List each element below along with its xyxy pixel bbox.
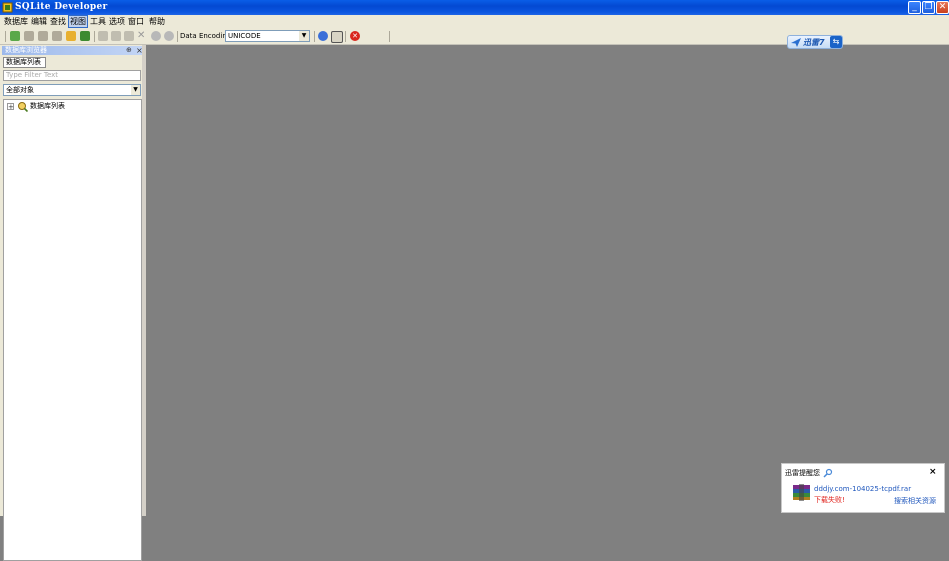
toolbar-grip: [5, 31, 6, 42]
object-filter-select[interactable]: 全部对象 ▼: [3, 84, 141, 96]
database-browser-panel: 数据库浏览器 ⊕ × 数据库列表 Type Filter Text 全部对象 ▼…: [0, 45, 146, 561]
tab-database-list[interactable]: 数据库列表: [3, 57, 46, 68]
chevron-down-icon[interactable]: ▼: [299, 31, 309, 41]
refresh-icon[interactable]: [38, 31, 48, 41]
toolbar-separator: [345, 31, 346, 42]
sql-editor-icon[interactable]: [66, 31, 76, 41]
notification-close-icon[interactable]: ×: [929, 467, 937, 477]
menu-tools[interactable]: 工具: [89, 16, 107, 27]
panel-splitter[interactable]: [142, 45, 146, 516]
app-icon: [2, 2, 13, 13]
panel-title: 数据库浏览器: [5, 46, 47, 54]
xunlei-badge[interactable]: 迅雷7 ⇆: [787, 35, 843, 49]
window-title: SQLite Developer: [15, 2, 108, 12]
plane-icon: [790, 37, 802, 48]
stop-icon[interactable]: ✕: [350, 31, 360, 41]
home-icon[interactable]: [331, 31, 343, 43]
download-file-name[interactable]: dddjy.com-104025-tcpdf.rar: [814, 485, 911, 494]
object-filter-value: 全部对象: [6, 86, 34, 94]
copy-icon[interactable]: [111, 31, 121, 41]
pin-icon[interactable]: ⊕: [126, 46, 132, 55]
download-status: 下载失败!: [814, 496, 845, 504]
expand-icon[interactable]: +: [7, 103, 14, 111]
new-database-icon[interactable]: [10, 31, 20, 41]
delete-icon[interactable]: ✕: [137, 31, 147, 41]
chevron-down-icon[interactable]: ▼: [131, 85, 140, 95]
undo-icon[interactable]: [151, 31, 161, 41]
toolbar-separator: [94, 31, 95, 42]
run-icon[interactable]: [80, 31, 90, 41]
restore-button[interactable]: ❐: [922, 1, 935, 14]
menu-help[interactable]: 帮助: [148, 16, 166, 27]
archive-file-icon: [792, 484, 811, 501]
tree-item-database-list[interactable]: 数据库列表: [30, 102, 65, 111]
database-search-icon: [17, 101, 29, 113]
database-tree[interactable]: + 数据库列表: [3, 99, 142, 561]
filter-icon[interactable]: [52, 31, 62, 41]
toolbar-separator: [314, 31, 315, 42]
menu-options[interactable]: 选项: [108, 16, 126, 27]
encoding-select[interactable]: UNICODE ▼: [225, 30, 310, 42]
menu-window[interactable]: 窗口: [127, 16, 145, 27]
search-resources-link[interactable]: 搜索相关资源: [894, 497, 936, 506]
menu-database[interactable]: 数据库: [3, 16, 29, 27]
toolbar-separator: [177, 31, 178, 42]
open-database-icon[interactable]: [24, 31, 34, 41]
transfer-icon[interactable]: ⇆: [830, 36, 842, 48]
title-bar[interactable]: SQLite Developer _ ❐ ✕: [0, 0, 949, 15]
menu-edit[interactable]: 编辑: [30, 16, 48, 27]
help-icon[interactable]: [318, 31, 328, 41]
wrench-icon: [823, 468, 833, 478]
close-button[interactable]: ✕: [936, 1, 949, 14]
download-notification: 迅雷提醒您 × dddjy.com-104025-tcpdf.rar 下载失败!…: [781, 463, 945, 513]
menu-view[interactable]: 视图: [68, 15, 88, 28]
panel-header: 数据库浏览器 ⊕ ×: [2, 46, 144, 55]
redo-icon[interactable]: [164, 31, 174, 41]
cut-icon[interactable]: [98, 31, 108, 41]
menu-find[interactable]: 查找: [49, 16, 67, 27]
filter-input[interactable]: Type Filter Text: [3, 70, 141, 81]
menu-bar: 数据库 编辑 查找 视图 工具 选项 窗口 帮助: [0, 15, 949, 28]
toolbar-separator: [389, 31, 390, 42]
paste-icon[interactable]: [124, 31, 134, 41]
xunlei-label: 迅雷7: [803, 38, 825, 47]
notification-title: 迅雷提醒您: [785, 469, 820, 477]
minimize-button[interactable]: _: [908, 1, 921, 14]
encoding-value: UNICODE: [228, 32, 261, 40]
